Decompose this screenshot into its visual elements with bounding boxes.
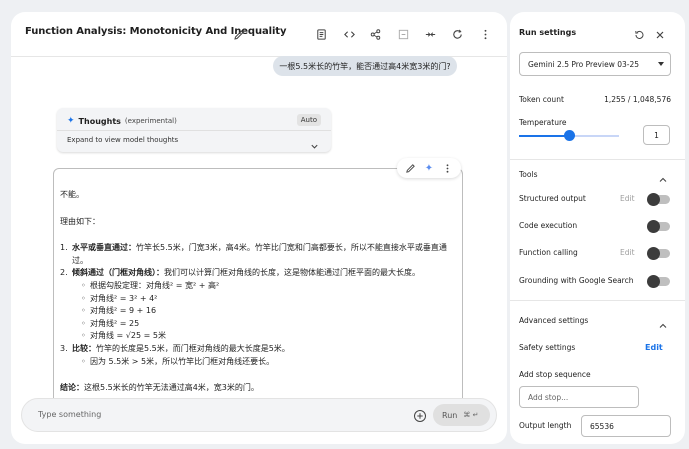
close-icon[interactable] bbox=[654, 26, 666, 39]
compare-icon[interactable] bbox=[422, 26, 438, 42]
list-item-heading: 倾斜通过（门框对角线）： bbox=[72, 268, 164, 278]
list-item: 1. 水平或垂直通过：竹竿长5.5米，门宽3米，高4米。竹竿比门宽和门高都要长，… bbox=[60, 242, 458, 267]
code-icon[interactable] bbox=[341, 26, 357, 42]
stop-sequence-label: Add stop sequence bbox=[519, 370, 591, 379]
thoughts-subtitle: (experimental) bbox=[124, 117, 177, 125]
response-toolbar: ✦ bbox=[397, 158, 461, 178]
auto-chip[interactable]: Auto bbox=[296, 114, 321, 126]
stop-sequence-input[interactable]: Add stop... bbox=[519, 386, 639, 408]
expand-thoughts-label[interactable]: Expand to view model thoughts bbox=[67, 136, 178, 144]
list-item-text: 竹竿的长度是5.5米，而门框对角线的最大长度是5米。 bbox=[96, 343, 290, 353]
refresh-icon[interactable] bbox=[449, 26, 465, 42]
function-calling-toggle[interactable] bbox=[647, 247, 670, 260]
divider bbox=[510, 300, 685, 301]
run-label: Run bbox=[442, 410, 458, 420]
function-calling-label: Function calling bbox=[519, 248, 578, 257]
thoughts-title: Thoughts bbox=[78, 116, 121, 126]
sub-list-item: 因为 5.5米 > 5米，所以竹竿比门框对角线还要长。 bbox=[60, 356, 458, 369]
model-name: Gemini 2.5 Pro Preview 03-25 bbox=[528, 59, 640, 69]
settings-title: Run settings bbox=[519, 28, 577, 37]
prompt-input[interactable]: Type something bbox=[38, 410, 101, 419]
divider bbox=[510, 159, 685, 160]
list-number: 1. bbox=[60, 243, 68, 253]
thoughts-panel[interactable]: ✦ Thoughts (experimental) Auto Expand to… bbox=[57, 108, 331, 152]
user-message: 一根5.5米长的竹竿，能否通过高4米宽3米的门? bbox=[273, 56, 457, 76]
list-item-text: 我们可以计算门框对角线的长度，这是物体能通过门框平面的最大长度。 bbox=[164, 268, 420, 278]
tools-label: Tools bbox=[519, 170, 538, 179]
chat-panel: Function Analysis: Monotonicity And Ineq… bbox=[11, 12, 507, 444]
prompt-composer[interactable]: Type something Run ⌘ ↵ bbox=[21, 398, 497, 432]
reset-icon[interactable] bbox=[633, 26, 645, 39]
model-response: 不能。 理由如下： 1. 水平或垂直通过：竹竿长5.5米，门宽3米，高4米。竹竿… bbox=[53, 168, 463, 408]
list-item: 3. 比较：竹竿的长度是5.5米，而门框对角线的最大长度是5米。 bbox=[60, 343, 458, 356]
caret-down-icon bbox=[658, 62, 664, 66]
sub-list-item: 对角线 = √25 = 5米 bbox=[60, 330, 458, 343]
sub-list-item: 根据勾股定理：对角线² = 宽² + 高² bbox=[60, 280, 458, 293]
temperature-slider[interactable] bbox=[519, 130, 619, 141]
advanced-settings-label[interactable]: Advanced settings bbox=[519, 316, 588, 325]
list-item-heading: 比较： bbox=[72, 343, 96, 353]
function-calling-edit[interactable]: Edit bbox=[620, 248, 635, 257]
run-shortcut: ⌘ ↵ bbox=[463, 411, 479, 419]
output-length-label: Output length bbox=[519, 421, 572, 430]
sub-list-item: 对角线² = 25 bbox=[60, 318, 458, 331]
list-item-text-cont: 过。 bbox=[72, 255, 88, 265]
temperature-input[interactable]: 1 bbox=[643, 125, 670, 145]
structured-output-edit[interactable]: Edit bbox=[620, 194, 635, 203]
chevron-down-icon[interactable] bbox=[310, 136, 319, 149]
share-icon[interactable] bbox=[367, 26, 383, 42]
grounding-toggle[interactable] bbox=[647, 275, 670, 288]
response-body: 不能。 理由如下： 1. 水平或垂直通过：竹竿长5.5米，门宽3米，高4米。竹竿… bbox=[60, 189, 458, 395]
save-drive-icon[interactable] bbox=[395, 26, 411, 42]
more-menu-icon[interactable] bbox=[442, 162, 454, 174]
run-settings-panel: Run settings Gemini 2.5 Pro Preview 03-2… bbox=[510, 12, 685, 444]
output-length-input[interactable]: 65536 bbox=[581, 415, 671, 437]
thoughts-header: ✦ Thoughts (experimental) bbox=[67, 116, 177, 126]
safety-settings-label: Safety settings bbox=[519, 343, 576, 352]
edit-icon[interactable] bbox=[404, 162, 416, 174]
conclusion: 结论：这根5.5米长的竹竿无法通过高4米，宽3米的门。 bbox=[60, 382, 458, 395]
add-media-icon[interactable] bbox=[413, 408, 427, 422]
grounding-label: Grounding with Google Search bbox=[519, 276, 634, 285]
chevron-up-icon[interactable] bbox=[658, 316, 668, 328]
list-item-text: 竹竿长5.5米，门宽3米，高4米。竹竿比门宽和门高都要长，所以不能直接水平或垂直… bbox=[136, 243, 447, 253]
sub-list-item: 对角线² = 3² + 4² bbox=[60, 293, 458, 306]
slider-thumb[interactable] bbox=[563, 130, 575, 141]
edit-title-icon[interactable] bbox=[233, 26, 245, 40]
page-title: Function Analysis: Monotonicity And Ineq… bbox=[25, 26, 287, 37]
list-number: 3. bbox=[60, 343, 68, 353]
top-bar: Function Analysis: Monotonicity And Ineq… bbox=[11, 12, 507, 57]
slider-fill bbox=[519, 135, 569, 137]
structured-output-label: Structured output bbox=[519, 194, 586, 203]
conclusion-label: 结论： bbox=[60, 383, 84, 393]
divider bbox=[57, 130, 331, 131]
more-menu-icon[interactable] bbox=[477, 26, 493, 42]
response-line: 理由如下： bbox=[60, 216, 100, 226]
token-count-value: 1,255 / 1,048,576 bbox=[604, 95, 671, 104]
chevron-up-icon[interactable] bbox=[658, 170, 668, 182]
notes-icon[interactable] bbox=[313, 26, 329, 42]
token-count-label: Token count bbox=[519, 95, 564, 104]
temperature-label: Temperature bbox=[519, 118, 567, 127]
code-execution-toggle[interactable] bbox=[647, 220, 670, 233]
structured-output-toggle[interactable] bbox=[647, 193, 670, 206]
conclusion-text: 这根5.5米长的竹竿无法通过高4米，宽3米的门。 bbox=[84, 383, 259, 393]
list-item: 2. 倾斜通过（门框对角线）：我们可以计算门框对角线的长度，这是物体能通过门框平… bbox=[60, 267, 458, 280]
model-select[interactable]: Gemini 2.5 Pro Preview 03-25 bbox=[519, 52, 671, 76]
response-line: 不能。 bbox=[60, 190, 84, 199]
list-item-heading: 水平或垂直通过： bbox=[72, 243, 136, 253]
list-number: 2. bbox=[60, 268, 68, 278]
sub-list-item: 对角线² = 9 + 16 bbox=[60, 305, 458, 318]
safety-settings-edit[interactable]: Edit bbox=[645, 343, 663, 352]
run-button[interactable]: Run ⌘ ↵ bbox=[433, 404, 490, 426]
sparkle-icon: ✦ bbox=[67, 116, 75, 126]
sparkle-icon[interactable]: ✦ bbox=[423, 162, 435, 174]
code-execution-label: Code execution bbox=[519, 221, 578, 230]
